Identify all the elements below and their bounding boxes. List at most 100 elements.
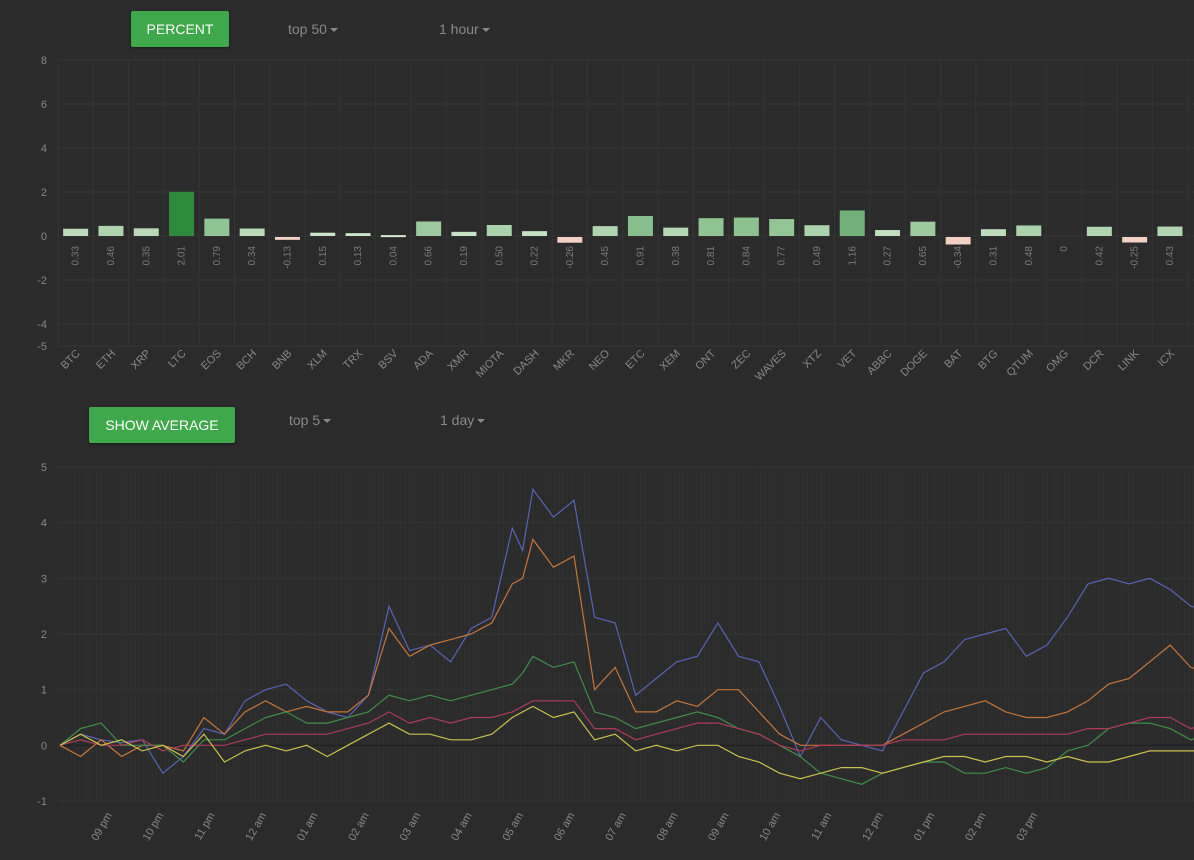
x-tick-label: WAVES — [753, 348, 789, 384]
bar-value-label: -0.26 — [565, 246, 576, 269]
bar-value-label: 0.43 — [1165, 246, 1176, 266]
bar — [98, 225, 124, 236]
x-tick-label: 10 pm — [141, 811, 167, 843]
x-tick-label: DASH — [512, 348, 542, 378]
bar — [875, 230, 901, 236]
x-tick-label: LTC — [166, 348, 189, 371]
x-tick-label: XTZ — [801, 347, 824, 370]
percent-mode-button[interactable]: PERCENT — [131, 11, 229, 47]
period-dropdown[interactable]: 1 hour — [439, 21, 490, 37]
bar — [274, 237, 300, 240]
x-tick-label: DCR — [1081, 348, 1106, 373]
y-tick-label: -1 — [37, 796, 47, 808]
bar — [945, 237, 971, 245]
bar — [1157, 226, 1183, 236]
y-tick-label: -5 — [37, 341, 47, 353]
series-line — [59, 487, 1194, 775]
x-tick-label: ABBC — [865, 348, 895, 378]
bar-value-label: 0.35 — [141, 246, 152, 266]
bar — [169, 191, 195, 236]
bar-value-label: 0.27 — [883, 246, 894, 266]
x-tick-label: MKR — [551, 348, 577, 374]
y-tick-label: 0 — [41, 740, 47, 752]
bar-value-label: 0.91 — [635, 246, 646, 266]
bar-value-label: 0.50 — [494, 246, 505, 266]
show-average-button[interactable]: SHOW AVERAGE — [89, 407, 235, 443]
bar — [451, 231, 477, 236]
bar-value-label: 0.19 — [459, 246, 470, 266]
bar-value-label: 0.22 — [530, 246, 541, 266]
bar-value-label: -0.25 — [1130, 246, 1141, 269]
x-tick-label: ETH — [94, 348, 118, 372]
x-tick-label: 04 am — [449, 811, 475, 843]
bar — [380, 235, 406, 238]
bar-value-label: 1.16 — [847, 246, 858, 266]
x-tick-label: 05 am — [501, 811, 527, 843]
bar-value-label: 0.77 — [777, 246, 788, 266]
x-tick-label: 01 pm — [912, 811, 938, 843]
bar — [733, 217, 759, 236]
x-tick-label: MIOTA — [474, 347, 507, 380]
bar — [910, 221, 936, 236]
series-line — [59, 655, 1194, 785]
x-tick-label: ICX — [1156, 347, 1178, 369]
bar — [663, 227, 689, 236]
period-dropdown-2[interactable]: 1 day — [440, 412, 486, 428]
x-tick-label: BAT — [942, 347, 965, 370]
x-tick-label: EOS — [199, 348, 224, 373]
bar — [486, 225, 512, 236]
chevron-down-icon — [323, 419, 332, 424]
x-tick-label: 12 am — [244, 811, 270, 843]
y-tick-label: 4 — [41, 143, 47, 155]
bar — [698, 218, 724, 236]
bar-value-label: 0.65 — [918, 246, 929, 266]
bar-value-label: 0.49 — [812, 246, 823, 266]
bar — [310, 232, 336, 236]
y-tick-label: 8 — [41, 55, 47, 67]
chevron-down-icon — [329, 28, 338, 33]
bar-value-label: 0.46 — [106, 246, 117, 266]
x-tick-label: ETC — [624, 348, 648, 372]
bar-value-label: 0.31 — [988, 246, 999, 266]
bar-value-label: 0.15 — [318, 246, 329, 266]
period-label-2: 1 day — [440, 412, 475, 428]
x-tick-label: ADA — [411, 347, 436, 372]
bar — [980, 229, 1006, 236]
bar — [204, 218, 230, 236]
bar-value-label: -0.34 — [953, 246, 964, 269]
bar — [804, 225, 830, 236]
chevron-down-icon — [481, 28, 490, 33]
bar-value-label: 0.79 — [212, 246, 223, 266]
bar — [1086, 226, 1112, 236]
top-count-dropdown[interactable]: top 50 — [288, 21, 338, 37]
x-tick-label: XEM — [658, 348, 683, 373]
bar — [133, 228, 159, 236]
x-tick-label: TRX — [341, 347, 366, 372]
bar — [1122, 237, 1148, 243]
x-tick-label: DOGE — [899, 348, 930, 379]
top-count-dropdown-2[interactable]: top 5 — [289, 412, 332, 428]
bar — [769, 219, 795, 236]
bar-value-label: 0.38 — [671, 246, 682, 266]
bar-value-label: 0.84 — [741, 246, 752, 266]
bar — [557, 237, 583, 243]
x-tick-label: 07 am — [603, 811, 629, 843]
y-tick-label: 0 — [41, 231, 47, 243]
y-tick-label: 2 — [41, 629, 47, 641]
x-tick-label: 12 pm — [860, 811, 886, 843]
bar — [1016, 225, 1042, 236]
x-tick-label: 08 am — [655, 811, 681, 843]
y-tick-label: 6 — [41, 99, 47, 111]
y-tick-label: 5 — [41, 462, 47, 474]
bar-value-label: 0 — [1059, 246, 1070, 252]
x-tick-label: XMR — [445, 348, 471, 374]
bar — [63, 228, 89, 236]
period-label: 1 hour — [439, 21, 479, 37]
bar — [592, 226, 618, 236]
y-tick-label: 4 — [41, 518, 47, 530]
x-tick-label: LINK — [1116, 347, 1142, 373]
bar — [627, 215, 653, 236]
x-tick-label: VET — [836, 347, 860, 371]
y-tick-label: 1 — [41, 685, 47, 697]
bar-value-label: 0.45 — [600, 246, 611, 266]
